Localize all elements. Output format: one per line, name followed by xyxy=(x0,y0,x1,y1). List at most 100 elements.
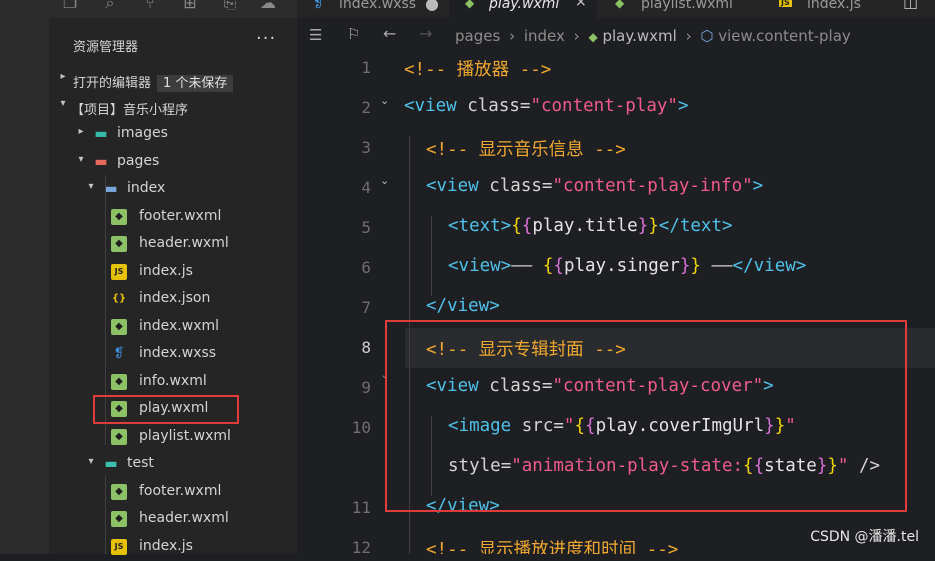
line-number: 11 xyxy=(351,498,371,517)
explorer-title: 资源管理器 xyxy=(73,40,139,55)
breadcrumb-pages[interactable]: pages xyxy=(455,27,500,45)
indent-guide xyxy=(105,476,106,554)
chevron-down-icon: ▾ xyxy=(88,456,94,467)
tree-item-label: header.wxml xyxy=(139,235,229,251)
code-line: <!-- 显示音乐信息 --> xyxy=(426,140,626,160)
chevron-right-icon: ▸ xyxy=(78,126,84,137)
tree-item-label: pages xyxy=(117,152,160,169)
bookmark-icon[interactable]: ⚐ xyxy=(347,25,360,43)
tree-item-label: index.json xyxy=(139,290,211,306)
list-icon[interactable]: ☰ xyxy=(309,26,322,44)
tab-index-js[interactable]: JS index.js xyxy=(765,0,885,18)
source-control-icon[interactable]: ⑂ xyxy=(141,0,159,12)
tree-item-label: index.wxss xyxy=(139,345,217,361)
fold-chevron-icon[interactable]: ⌄ xyxy=(380,94,389,107)
wxml-file-icon: ◆ xyxy=(111,511,127,527)
code-line: </view> xyxy=(426,296,500,316)
extensions-icon[interactable]: ⊞ xyxy=(181,0,199,12)
tab-playlist-wxml[interactable]: ◆ playlist.wxml xyxy=(599,0,763,18)
unsaved-dot-icon: ● xyxy=(425,0,439,13)
tree-file[interactable]: {} index.json xyxy=(49,286,297,313)
code-line: <text>{{play.title}}</text> xyxy=(448,216,733,236)
wxml-file-icon: ◆ xyxy=(111,428,127,445)
tree-folder[interactable]: ▾ ▬ pages xyxy=(49,149,297,176)
tree-file[interactable]: ◆ header.wxml xyxy=(49,231,297,258)
debug-icon[interactable]: ⎘ xyxy=(221,0,239,12)
chevron-down-icon: ▾ xyxy=(78,153,84,165)
css-file-icon: ❡ xyxy=(113,346,125,361)
chevron-right-icon: › xyxy=(685,27,692,45)
chevron-down-icon: ▾ xyxy=(60,98,66,109)
line-number: 4 xyxy=(361,178,371,197)
wxml-file-icon: ◆ xyxy=(111,208,127,225)
tree-item-label: index.wxml xyxy=(139,317,220,334)
tree-file[interactable]: JS index.js xyxy=(49,259,297,286)
js-file-icon: JS xyxy=(111,263,127,280)
tree-item-label: footer.wxml xyxy=(139,482,222,499)
breadcrumb-file[interactable]: play.wxml xyxy=(602,27,676,45)
tree-file[interactable]: ❡ index.wxss xyxy=(49,341,297,368)
tree-file[interactable]: ◆ index.wxml xyxy=(49,314,297,341)
back-arrow-icon[interactable]: ← xyxy=(383,24,396,43)
tab-play-wxml[interactable]: ◆ play.wxml × xyxy=(449,0,597,18)
tree-folder[interactable]: ▾ ▬ test xyxy=(49,451,297,478)
tree-file[interactable]: ◆ footer.wxml xyxy=(49,204,297,231)
tree-item-label: test xyxy=(127,455,154,471)
files-icon[interactable]: ❐ xyxy=(61,0,79,12)
line-number: 8 xyxy=(361,338,371,357)
fold-chevron-icon[interactable]: ⌄ xyxy=(380,174,389,187)
explorer-sidebar: ❐ ⌕ ⑂ ⊞ ⎘ ☁ 资源管理器 ··· ▸ 打开的编辑器 1 个未保存 ▾ 【… xyxy=(49,0,297,555)
tree-item-label: header.wxml xyxy=(139,510,229,526)
line-number: 3 xyxy=(361,138,371,157)
editor-tabs: ❡ index.wxss ● ◆ play.wxml × ◆ playlist.… xyxy=(297,0,935,18)
breadcrumb-symbol[interactable]: view.content-play xyxy=(718,27,851,45)
pages-folder-icon: ▬ xyxy=(94,153,108,170)
breadcrumb: ☰ ⚐ ← → pages › index › ◆ play.wxml › ⬡ … xyxy=(297,18,935,56)
chevron-right-icon: › xyxy=(509,27,516,45)
line-number: 10 xyxy=(351,418,371,437)
forward-arrow-icon[interactable]: → xyxy=(419,24,432,43)
wxml-file-icon: ◆ xyxy=(615,0,625,10)
tab-index-wxss[interactable]: ❡ index.wxss ● xyxy=(297,0,447,18)
tree-file[interactable]: ◆ info.wxml xyxy=(49,369,297,396)
watermark: CSDN @潘潘.tel xyxy=(810,529,919,545)
tree-file[interactable]: ◆ playlist.wxml xyxy=(49,424,297,451)
remote-icon[interactable]: ☁ xyxy=(259,0,277,12)
code-line: <view class="content-play-info"> xyxy=(426,176,764,196)
tree-item-label: index.js xyxy=(139,262,193,279)
search-icon[interactable]: ⌕ xyxy=(101,0,119,12)
tree-file[interactable]: ◆ footer.wxml xyxy=(49,479,297,506)
file-highlight-box xyxy=(93,395,239,424)
wxml-file-icon: ◆ xyxy=(111,236,127,252)
breadcrumb-index[interactable]: index xyxy=(524,27,565,45)
split-editor-icon[interactable]: ◫ xyxy=(903,0,918,11)
tree-item-label: index.js xyxy=(139,537,193,554)
tree-folder[interactable]: ▸ ▬ images xyxy=(49,121,297,148)
code-line: <view>—— {{play.singer}} ——</view> xyxy=(448,256,807,276)
line-number: 5 xyxy=(361,218,371,237)
activity-bar xyxy=(0,0,49,554)
line-number: 2 xyxy=(361,98,371,117)
js-file-icon: JS xyxy=(779,0,792,7)
code-line: <view class="content-play"> xyxy=(404,96,689,116)
close-icon[interactable]: × xyxy=(575,0,587,10)
line-number: 9 xyxy=(361,378,371,397)
test-folder-icon: ▬ xyxy=(104,456,118,472)
line-number: 7 xyxy=(361,298,371,317)
tree-file[interactable]: ◆ header.wxml xyxy=(49,506,297,533)
code-highlight-box xyxy=(385,320,907,512)
chevron-right-icon: › xyxy=(573,27,580,45)
project-section[interactable]: ▾ 【项目】音乐小程序 xyxy=(49,93,297,120)
tree-item-label: index xyxy=(127,180,166,196)
unsaved-badge: 1 个未保存 xyxy=(157,75,234,92)
open-editors-section[interactable]: ▸ 打开的编辑器 1 个未保存 xyxy=(49,66,297,93)
tree-item-label: info.wxml xyxy=(139,372,207,389)
more-actions-button[interactable]: ··· xyxy=(256,28,276,49)
chevron-right-icon: ▸ xyxy=(60,71,66,82)
wxml-file-icon: ◆ xyxy=(588,30,598,44)
chevron-down-icon: ▾ xyxy=(88,181,94,192)
wxml-file-icon: ◆ xyxy=(465,0,475,10)
tree-folder[interactable]: ▾ ▬ index xyxy=(49,176,297,203)
line-number: 12 xyxy=(351,538,371,554)
tree-file[interactable]: JS index.js xyxy=(49,534,297,561)
